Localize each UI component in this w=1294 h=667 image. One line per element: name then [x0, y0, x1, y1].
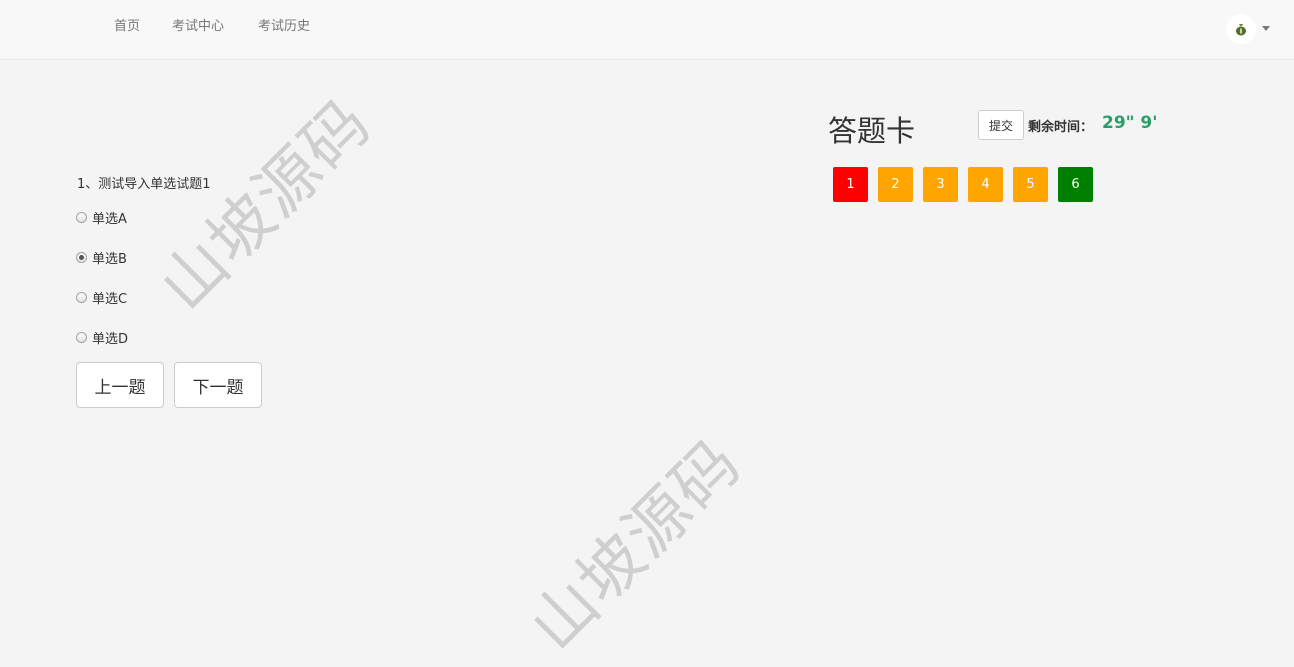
question-number-6[interactable]: 6: [1058, 167, 1093, 202]
radio-button-selected[interactable]: [76, 252, 87, 263]
option-c[interactable]: 单选C: [76, 288, 127, 307]
question-number-3[interactable]: 3: [923, 167, 958, 202]
option-label: 单选A: [92, 212, 127, 227]
submit-button[interactable]: 提交: [978, 110, 1024, 140]
option-d[interactable]: 单选D: [76, 328, 128, 347]
prev-question-button[interactable]: 上一题: [76, 362, 164, 408]
question-number-2[interactable]: 2: [878, 167, 913, 202]
caret-down-icon[interactable]: [1262, 26, 1270, 31]
radio-button[interactable]: [76, 332, 87, 343]
radio-button[interactable]: [76, 212, 87, 223]
user-avatar-icon[interactable]: [1226, 14, 1256, 44]
option-label: 单选D: [92, 332, 129, 347]
watermark: 山坡源码: [146, 85, 386, 325]
option-a[interactable]: 单选A: [76, 208, 127, 227]
nav-link-exam-history[interactable]: 考试历史: [258, 15, 310, 34]
option-label: 单选C: [92, 292, 128, 307]
nav-link-home[interactable]: 首页: [114, 15, 140, 34]
radio-button[interactable]: [76, 292, 87, 303]
question-number-5[interactable]: 5: [1013, 167, 1048, 202]
remaining-time-label: 剩余时间：: [1028, 120, 1094, 135]
question-title: 1、测试导入单选试题1: [77, 177, 211, 192]
watermark-secondary: 山坡源码: [516, 425, 756, 665]
top-navbar: 首页 考试中心 考试历史: [0, 0, 1294, 60]
remaining-time-value: 29" 9': [1102, 113, 1158, 133]
question-number-1[interactable]: 1: [833, 167, 868, 202]
option-label: 单选B: [92, 252, 127, 267]
option-b[interactable]: 单选B: [76, 248, 127, 267]
nav-link-exam-center[interactable]: 考试中心: [172, 15, 224, 34]
money-bag-icon: [1236, 24, 1246, 36]
question-number-4[interactable]: 4: [968, 167, 1003, 202]
next-question-button[interactable]: 下一题: [174, 362, 262, 408]
answer-card-title: 答题卡: [828, 114, 916, 148]
